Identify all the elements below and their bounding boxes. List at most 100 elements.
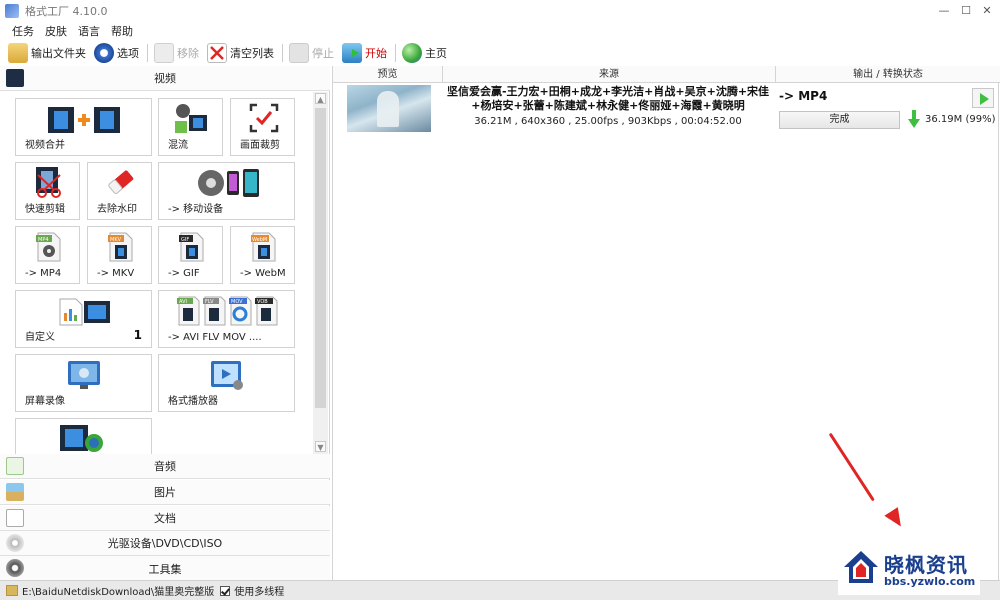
down-arrow-icon <box>908 110 920 128</box>
output-path[interactable]: E:\BaiduNetdiskDownload\猫里奥完整版 <box>22 583 214 598</box>
tile-label: 视频合并 <box>25 140 65 151</box>
multithread-checkbox[interactable] <box>220 585 231 596</box>
menu-skin[interactable]: 皮肤 <box>45 23 67 39</box>
player-icon <box>211 361 243 390</box>
play-icon <box>980 93 989 105</box>
scroll-up-icon[interactable]: ▲ <box>315 93 326 104</box>
category-image[interactable]: 图片 <box>0 480 330 505</box>
category-video-label: 视频 <box>154 72 176 85</box>
category-video[interactable]: 视频 <box>0 66 330 91</box>
tiles-scrollbar[interactable]: ▲ ▼ <box>313 92 328 454</box>
mp4-badge: MP4 <box>38 237 49 243</box>
tile-label: -> MKV <box>97 268 135 279</box>
output-size: 36.19M (99%) <box>925 114 995 125</box>
tile-label: 格式播放器 <box>168 396 218 407</box>
tile-to-mp4[interactable]: MP4 -> MP4 <box>15 226 80 284</box>
remove-document-icon <box>154 43 174 63</box>
tile-player[interactable]: 格式播放器 <box>158 354 295 412</box>
category-audio[interactable]: 音频 <box>0 454 330 479</box>
tile-to-mkv[interactable]: MKV -> MKV <box>87 226 152 284</box>
task-row[interactable]: 坚信爱会赢-王力宏+田桐+成龙+李光洁+肖战+吴京+沈腾+宋佳+杨培安+张蕾+陈… <box>333 83 1000 135</box>
home-button[interactable]: 主页 <box>402 42 447 64</box>
tile-to-gif[interactable]: GIF -> GIF <box>158 226 223 284</box>
video-tools-grid: 视频合并 混流 画面裁剪 快速剪辑 去除水印 -> 移动设备 MP4 -> MP… <box>0 92 313 454</box>
screen-record-icon <box>68 361 100 389</box>
task-list-panel: 预览 来源 输出 / 转换状态 坚信爱会赢-王力宏+田桐+成龙+李光洁+肖战+吴… <box>332 66 1000 580</box>
multithread-label: 使用多线程 <box>234 587 285 598</box>
menu-language[interactable]: 语言 <box>78 23 100 39</box>
tile-to-avi-flv-mov[interactable]: AVI FLV MOV VOB -> AVI FLV MOV .... <box>158 290 295 348</box>
start-button[interactable]: 开始 <box>342 42 387 64</box>
tile-label: -> WebM <box>240 268 286 279</box>
title-bar: 格式工厂 4.10.0 — ☐ ✕ <box>0 0 1000 22</box>
minimize-icon[interactable]: — <box>933 2 955 20</box>
stop-button[interactable]: 停止 <box>289 42 334 64</box>
output-size-value: 36.19M <box>925 114 963 125</box>
scroll-down-icon[interactable]: ▼ <box>315 441 326 452</box>
gif-file-icon: GIF <box>179 232 204 262</box>
options-button[interactable]: 选项 <box>94 42 139 64</box>
tile-label: -> MP4 <box>25 268 62 279</box>
picture-icon <box>6 483 24 501</box>
column-preview[interactable]: 预览 <box>333 66 443 83</box>
category-image-label: 图片 <box>154 486 176 499</box>
mp4-file-icon: MP4 <box>36 232 61 262</box>
menu-task[interactable]: 任务 <box>12 23 34 39</box>
app-window: 格式工厂 4.10.0 — ☐ ✕ 任务 皮肤 语言 帮助 输出文件夹 选项 移… <box>0 0 1000 600</box>
column-output-status[interactable]: 输出 / 转换状态 <box>776 66 1000 83</box>
mobile-device-icon <box>198 169 259 197</box>
output-folder-label: 输出文件夹 <box>31 47 86 60</box>
tile-mux[interactable]: 混流 <box>158 98 223 156</box>
scrollbar-thumb[interactable] <box>315 108 326 408</box>
tile-crop[interactable]: 画面裁剪 <box>230 98 295 156</box>
output-folder-button[interactable]: 输出文件夹 <box>8 42 86 64</box>
tile-to-webm[interactable]: WebM -> WebM <box>230 226 295 284</box>
multi-format-icon: AVI FLV MOV VOB <box>177 296 278 326</box>
tile-label: 快速剪辑 <box>25 204 65 215</box>
tile-label: 屏幕录像 <box>25 396 65 407</box>
category-document-label: 文档 <box>154 512 176 525</box>
options-label: 选项 <box>117 47 139 60</box>
document-icon <box>6 509 24 527</box>
webm-badge: WebM <box>252 237 267 243</box>
mkv-badge: MKV <box>110 237 122 243</box>
watermark-house-icon <box>844 551 878 583</box>
start-icon <box>342 43 362 63</box>
tile-screen-record[interactable]: 屏幕录像 <box>15 354 152 412</box>
close-icon[interactable]: ✕ <box>976 2 998 20</box>
remove-button[interactable]: 移除 <box>154 42 199 64</box>
stop-icon <box>289 43 309 63</box>
watermark: 晓枫资讯 bbs.yzwlo.com <box>838 545 980 595</box>
custom-count: 1 <box>133 328 142 342</box>
output-format: -> MP4 <box>779 89 828 103</box>
toolbar-divider <box>282 44 283 62</box>
category-disc[interactable]: 光驱设备\DVD\CD\ISO <box>0 531 330 556</box>
tile-video-merge[interactable]: 视频合并 <box>15 98 152 156</box>
tile-remove-watermark[interactable]: 去除水印 <box>87 162 152 220</box>
video-download-icon <box>60 425 103 452</box>
tile-mobile-device[interactable]: -> 移动设备 <box>158 162 295 220</box>
tile-label: -> 移动设备 <box>168 204 224 215</box>
category-document[interactable]: 文档 <box>0 506 330 531</box>
maximize-icon[interactable]: ☐ <box>955 2 977 20</box>
column-source[interactable]: 来源 <box>443 66 776 83</box>
category-tools[interactable]: 工具集 <box>0 556 330 581</box>
folder-icon[interactable] <box>6 585 18 596</box>
play-output-button[interactable] <box>972 88 994 108</box>
toolbar-divider <box>147 44 148 62</box>
menu-help[interactable]: 帮助 <box>111 23 133 39</box>
webm-file-icon: WebM <box>251 232 276 262</box>
source-file-title: 坚信爱会赢-王力宏+田桐+成龙+李光洁+肖战+吴京+沈腾+宋佳+杨培安+张蕾+陈… <box>446 85 770 112</box>
category-panel: 视频 视频合并 混流 画面裁剪 快速剪辑 去除水印 -> 移动设备 MP4 ->… <box>0 66 330 581</box>
tile-custom[interactable]: 自定义 1 <box>15 290 152 348</box>
watermark-name: 晓枫资讯 <box>884 553 968 577</box>
clear-list-button[interactable]: 清空列表 <box>207 42 274 64</box>
status-done-button[interactable]: 完成 <box>779 111 900 129</box>
start-label: 开始 <box>365 47 387 60</box>
tile-quick-cut[interactable]: 快速剪辑 <box>15 162 80 220</box>
avi-badge: AVI <box>179 299 187 305</box>
tile-video-download[interactable] <box>15 418 152 454</box>
task-list-header: 预览 来源 输出 / 转换状态 <box>333 66 1000 83</box>
music-note-icon <box>6 457 24 475</box>
category-tools-label: 工具集 <box>148 562 182 576</box>
